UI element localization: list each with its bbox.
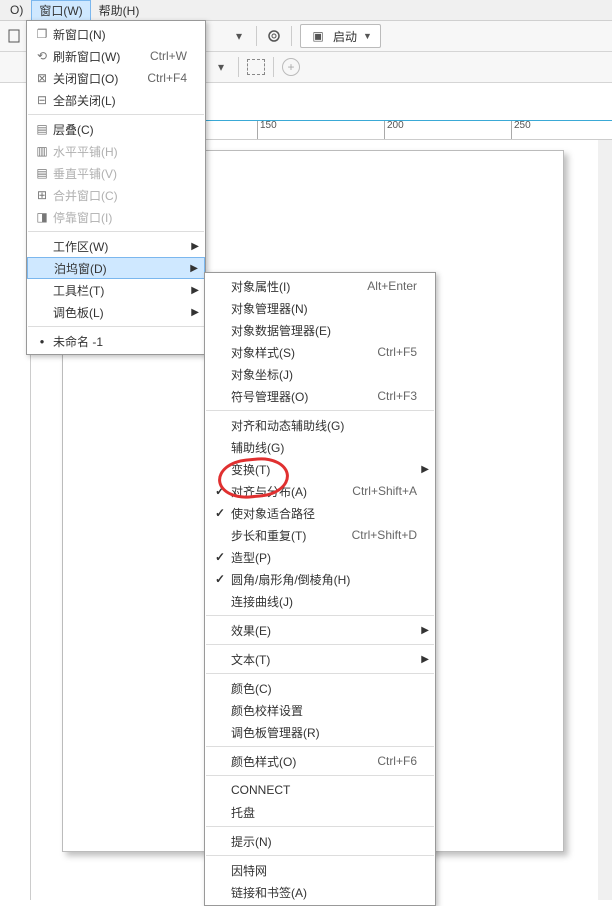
menu-dockers[interactable]: 泊坞窗(D)▶ [27,257,205,279]
menu-color[interactable]: 颜色(C) [205,677,435,699]
chevron-right-icon: ▶ [191,285,199,296]
menu-new-window[interactable]: ❐新窗口(N) [27,23,205,45]
menu-item-truncated[interactable]: O) [2,1,31,19]
bullet-icon [31,332,53,350]
menu-object-manager[interactable]: 对象管理器(N) [205,297,435,319]
menu-corners[interactable]: 圆角/扇形角/倒棱角(H) [205,568,435,590]
dropdown-icon[interactable]: ▾ [230,27,248,45]
dock-icon: ◨ [31,208,53,226]
merge-icon: ⊞ [31,186,53,204]
chevron-right-icon: ▶ [191,241,199,252]
separator [273,57,274,77]
menu-close-all[interactable]: ⊟全部关闭(L) [27,89,205,111]
menu-object-properties[interactable]: 对象属性(I)Alt+Enter [205,275,435,297]
new-window-icon: ❐ [31,25,53,43]
menu-dockers-submenu: 对象属性(I)Alt+Enter 对象管理器(N) 对象数据管理器(E) 对象样… [204,272,436,906]
menu-color-styles[interactable]: 颜色样式(O)Ctrl+F6 [205,750,435,772]
menu-close-window[interactable]: ⊠关闭窗口(O)Ctrl+F4 [27,67,205,89]
menu-join-curves[interactable]: 连接曲线(J) [205,590,435,612]
check-icon [209,570,231,588]
refresh-icon: ⟲ [31,47,53,65]
menu-cascade[interactable]: ▤层叠(C) [27,118,205,140]
close-window-icon: ⊠ [31,69,53,87]
add-icon[interactable]: + [282,58,300,76]
separator [238,57,239,77]
chevron-right-icon: ▶ [421,654,429,665]
ruler-tick: 250 [511,121,531,139]
crop-icon[interactable] [247,58,265,76]
chevron-right-icon: ▶ [421,625,429,636]
menu-text[interactable]: 文本(T)▶ [205,648,435,670]
menu-color-proof[interactable]: 颜色校样设置 [205,699,435,721]
separator [256,26,257,46]
menu-tile-v: ▤垂直平铺(V) [27,162,205,184]
chevron-right-icon: ▶ [190,263,198,274]
menu-object-coords[interactable]: 对象坐标(J) [205,363,435,385]
menu-unnamed-doc[interactable]: 未命名 -1 [27,330,205,352]
gear-icon[interactable] [265,27,283,45]
check-icon [209,482,231,500]
menu-refresh-window[interactable]: ⟲刷新窗口(W)Ctrl+W [27,45,205,67]
menu-toolbars[interactable]: 工具栏(T)▶ [27,279,205,301]
menu-merge-window: ⊞合并窗口(C) [27,184,205,206]
tile-v-icon: ▤ [31,164,53,182]
menu-window-dropdown: ❐新窗口(N) ⟲刷新窗口(W)Ctrl+W ⊠关闭窗口(O)Ctrl+F4 ⊟… [26,20,206,355]
menu-guidelines[interactable]: 辅助线(G) [205,436,435,458]
close-all-icon: ⊟ [31,91,53,109]
menu-dock-window: ◨停靠窗口(I) [27,206,205,228]
menu-transform[interactable]: 变换(T)▶ [205,458,435,480]
launch-icon: ▣ [309,27,327,45]
new-doc-icon[interactable] [6,27,24,45]
menu-step-repeat[interactable]: 步长和重复(T)Ctrl+Shift+D [205,524,435,546]
menu-tray[interactable]: 托盘 [205,801,435,823]
menu-object-data-manager[interactable]: 对象数据管理器(E) [205,319,435,341]
menu-align-distribute[interactable]: 对齐与分布(A)Ctrl+Shift+A [205,480,435,502]
ruler-tick: 150 [257,121,277,139]
menu-internet[interactable]: 因特网 [205,859,435,881]
menu-item-help[interactable]: 帮助(H) [91,0,148,21]
menu-fit-path[interactable]: 使对象适合路径 [205,502,435,524]
menu-shaping[interactable]: 造型(P) [205,546,435,568]
check-icon [209,548,231,566]
launch-label: 启动 [333,28,357,45]
tile-h-icon: ▥ [31,142,53,160]
menu-align-guides[interactable]: 对齐和动态辅助线(G) [205,414,435,436]
menu-object-styles[interactable]: 对象样式(S)Ctrl+F5 [205,341,435,363]
separator [291,26,292,46]
menu-workspace[interactable]: 工作区(W)▶ [27,235,205,257]
menu-tile-h: ▥水平平铺(H) [27,140,205,162]
launch-button[interactable]: ▣ 启动 ▼ [300,24,381,48]
menu-symbol-manager[interactable]: 符号管理器(O)Ctrl+F3 [205,385,435,407]
dropdown2-icon[interactable]: ▾ [212,58,230,76]
menu-palettes[interactable]: 调色板(L)▶ [27,301,205,323]
chevron-right-icon: ▶ [191,307,199,318]
scrollbar-vertical[interactable] [598,140,612,900]
ruler-tick: 200 [384,121,404,139]
menu-item-window[interactable]: 窗口(W) [31,0,90,21]
menu-effects[interactable]: 效果(E)▶ [205,619,435,641]
menu-palette-manager[interactable]: 调色板管理器(R) [205,721,435,743]
menubar: O) 窗口(W) 帮助(H) [0,0,612,21]
menu-hints[interactable]: 提示(N) [205,830,435,852]
menu-connect[interactable]: CONNECT [205,779,435,801]
chevron-right-icon: ▶ [421,464,429,475]
check-icon [209,504,231,522]
cascade-icon: ▤ [31,120,53,138]
chevron-down-icon: ▼ [363,31,372,41]
